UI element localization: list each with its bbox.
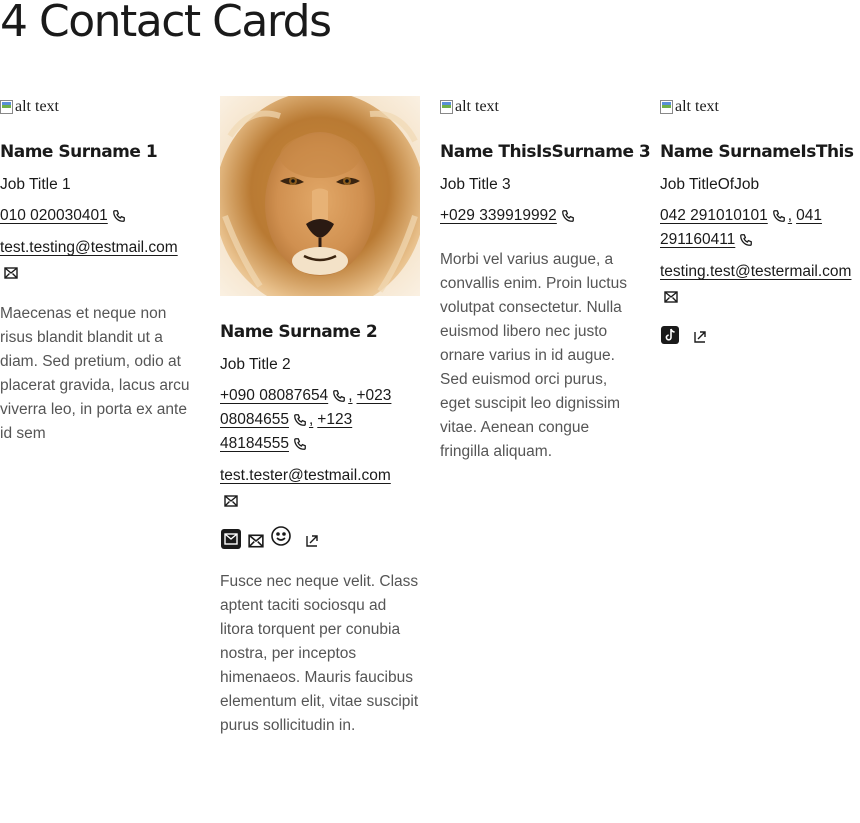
job-title: Job Title 1 [0, 176, 71, 193]
mail-square-icon[interactable] [220, 528, 242, 550]
email-link[interactable]: testing.test@testermail.com [660, 263, 851, 280]
mail-icon[interactable] [248, 534, 264, 548]
mail-icon [664, 291, 678, 303]
phone-icon [294, 414, 306, 426]
card-description: Maecenas et neque non risus blandit blan… [0, 305, 190, 442]
email-row: test.testing@testmail.com [0, 236, 200, 284]
card-image-broken: alt text [440, 96, 640, 118]
image-alt-text: alt text [675, 98, 719, 115]
broken-image-icon [660, 100, 673, 114]
contact-name: Name ThisIsSurname 3 [440, 142, 651, 162]
card-description: Morbi vel varius augue, a convallis enim… [440, 251, 627, 460]
email-row: test.tester@testmail.com [220, 464, 420, 512]
email-link[interactable]: test.tester@testmail.com [220, 467, 391, 484]
tiktok-icon[interactable] [660, 325, 680, 345]
email-row: testing.test@testermail.com [660, 260, 856, 308]
phone-link[interactable]: 010 020030401 [0, 207, 108, 224]
phone-separator: , [348, 387, 353, 404]
contact-card-2: Name Surname 2 Job Title 2 +090 08087654… [220, 96, 420, 738]
broken-image-icon [0, 100, 13, 114]
contact-card-4: alt text Name SurnameIsThis Job TitleOfJ… [660, 96, 856, 348]
job-title: Job Title 3 [440, 176, 511, 193]
job-title: Job Title 2 [220, 356, 291, 373]
mail-icon [224, 495, 238, 507]
contact-card-1: alt text Name Surname 1 Job Title 1 010 … [0, 96, 200, 446]
smiley-icon[interactable] [270, 525, 292, 547]
phone-list: 010 020030401 [0, 204, 200, 228]
phone-link[interactable]: 042 291010101 [660, 207, 768, 224]
contact-card-3: alt text Name ThisIsSurname 3 Job Title … [440, 96, 651, 464]
social-links [660, 322, 856, 348]
contact-name: Name Surname 2 [220, 322, 378, 342]
phone-list: +090 08087654, +023 08084655, +123 4818455… [220, 384, 420, 456]
card-description: Fusce nec neque velit. Class aptent taci… [220, 573, 419, 734]
card-image-broken: alt text [660, 96, 856, 118]
social-links [220, 526, 420, 552]
external-link-icon[interactable] [304, 533, 320, 549]
image-alt-text: alt text [15, 98, 59, 115]
phone-link[interactable]: +029 339919992 [440, 207, 557, 224]
broken-image-icon [440, 100, 453, 114]
phone-icon [112, 210, 125, 222]
phone-icon [740, 234, 753, 246]
lion-photo [220, 96, 420, 296]
phone-separator: , [787, 207, 793, 224]
phone-icon [294, 438, 306, 450]
page-title: 4 Contact Cards [0, 0, 332, 47]
phone-icon [561, 210, 574, 222]
contact-name: Name SurnameIsThis [660, 142, 854, 162]
phone-icon [333, 390, 346, 402]
external-link-icon[interactable] [692, 329, 708, 345]
phone-list: +029 339919992 [440, 204, 640, 228]
phone-separator: , [308, 411, 314, 428]
image-alt-text: alt text [455, 98, 499, 115]
email-link[interactable]: test.testing@testmail.com [0, 239, 178, 256]
mail-icon [4, 267, 18, 279]
phone-icon [772, 210, 785, 222]
contact-name: Name Surname 1 [0, 142, 158, 162]
phone-link[interactable]: +090 08087654 [220, 387, 328, 404]
phone-list: 042 291010101, 041 291160411 [660, 204, 856, 252]
card-image-broken: alt text [0, 96, 200, 118]
job-title: Job TitleOfJob [660, 176, 760, 193]
